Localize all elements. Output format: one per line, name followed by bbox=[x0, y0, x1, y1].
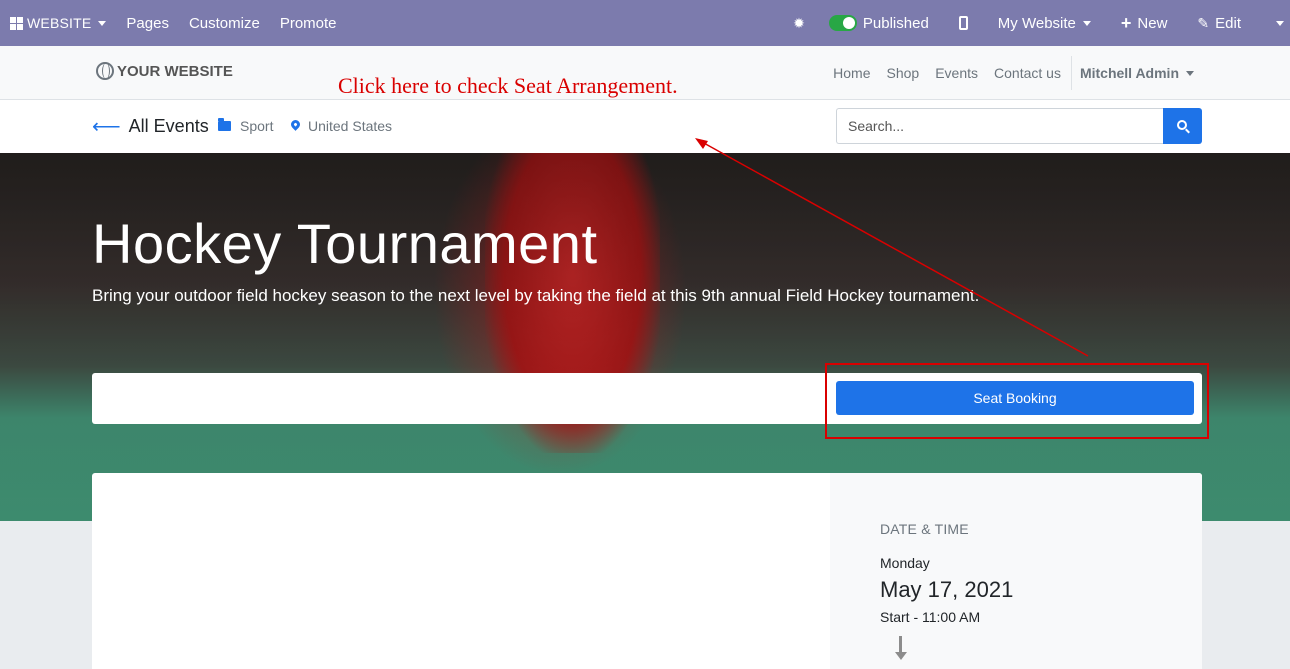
event-search bbox=[836, 108, 1202, 144]
new-button-label: New bbox=[1137, 14, 1168, 32]
apps-grid-icon bbox=[10, 16, 23, 30]
website-menu-label: WEBSITE bbox=[27, 15, 92, 31]
globe-icon bbox=[96, 62, 114, 80]
new-button[interactable]: + New bbox=[1101, 0, 1178, 46]
published-label: Published bbox=[862, 14, 929, 32]
chevron-down-icon bbox=[1082, 20, 1091, 26]
website-menu[interactable]: WEBSITE bbox=[0, 0, 116, 46]
main-nav: Home Shop Events Contact us Mitchell Adm… bbox=[825, 46, 1194, 100]
publish-toggle[interactable]: Published bbox=[815, 0, 939, 46]
nav-events[interactable]: Events bbox=[927, 65, 986, 81]
site-logo[interactable]: YOUR WEBSITE bbox=[96, 62, 233, 80]
event-start-time: Start - 11:00 AM bbox=[880, 609, 981, 625]
category-link[interactable]: Sport bbox=[218, 118, 273, 134]
user-name: Mitchell Admin bbox=[1079, 65, 1179, 81]
nav-home[interactable]: Home bbox=[825, 65, 878, 81]
pages-menu[interactable]: Pages bbox=[116, 0, 179, 46]
site-logo-text: YOUR WEBSITE bbox=[117, 62, 233, 80]
customize-menu[interactable]: Customize bbox=[179, 0, 270, 46]
folder-icon bbox=[218, 118, 231, 131]
plus-icon: + bbox=[1120, 13, 1132, 33]
event-day: Monday bbox=[880, 555, 930, 571]
chevron-down-icon bbox=[1186, 70, 1194, 76]
toggle-switch-icon bbox=[828, 15, 857, 31]
chevron-down-icon bbox=[98, 20, 107, 26]
edit-button[interactable]: ✎ Edit bbox=[1177, 0, 1251, 46]
edit-dropdown-toggle[interactable] bbox=[1251, 0, 1290, 46]
nav-contact-us[interactable]: Contact us bbox=[986, 65, 1069, 81]
date-time-heading: DATE & TIME bbox=[880, 521, 969, 537]
event-hero: Hockey Tournament Bring your outdoor fie… bbox=[0, 153, 1290, 521]
all-events-link[interactable]: ⟵ All Events bbox=[92, 116, 209, 137]
edit-button-label: Edit bbox=[1215, 14, 1241, 32]
promote-menu[interactable]: Promote bbox=[270, 0, 347, 46]
website-selector[interactable]: My Website bbox=[988, 0, 1101, 46]
annotation-text: Click here to check Seat Arrangement. bbox=[338, 73, 678, 98]
annotation-highlight-box bbox=[825, 363, 1209, 439]
all-events-label: All Events bbox=[128, 116, 209, 136]
search-button[interactable] bbox=[1163, 108, 1202, 144]
event-info-sidebar bbox=[830, 473, 1202, 669]
event-subtitle: Bring your outdoor field hockey season t… bbox=[92, 286, 980, 305]
arrow-left-icon: ⟵ bbox=[92, 115, 121, 138]
debug-button[interactable]: ✹ bbox=[783, 0, 815, 46]
search-icon bbox=[1176, 120, 1187, 130]
mobile-preview-button[interactable] bbox=[939, 0, 988, 46]
arrow-down-icon bbox=[895, 636, 907, 662]
nav-shop[interactable]: Shop bbox=[879, 65, 928, 81]
user-menu[interactable]: Mitchell Admin bbox=[1072, 65, 1194, 81]
search-input[interactable] bbox=[836, 108, 1163, 144]
event-date: May 17, 2021 bbox=[880, 577, 1014, 602]
chevron-down-icon bbox=[1276, 20, 1284, 26]
events-subnav: ⟵ All Events Sport United States bbox=[0, 100, 1290, 153]
mobile-phone-icon bbox=[958, 16, 968, 30]
admin-bar: WEBSITE Pages Customize Promote ✹ Publis… bbox=[0, 0, 1290, 46]
bug-icon: ✹ bbox=[793, 14, 805, 31]
pencil-icon: ✎ bbox=[1197, 14, 1210, 31]
event-title: Hockey Tournament bbox=[92, 212, 598, 275]
map-marker-icon bbox=[289, 118, 302, 131]
location-link[interactable]: United States bbox=[289, 118, 393, 134]
location-label: United States bbox=[308, 118, 393, 134]
website-selector-label: My Website bbox=[997, 14, 1076, 32]
category-label: Sport bbox=[240, 118, 274, 134]
